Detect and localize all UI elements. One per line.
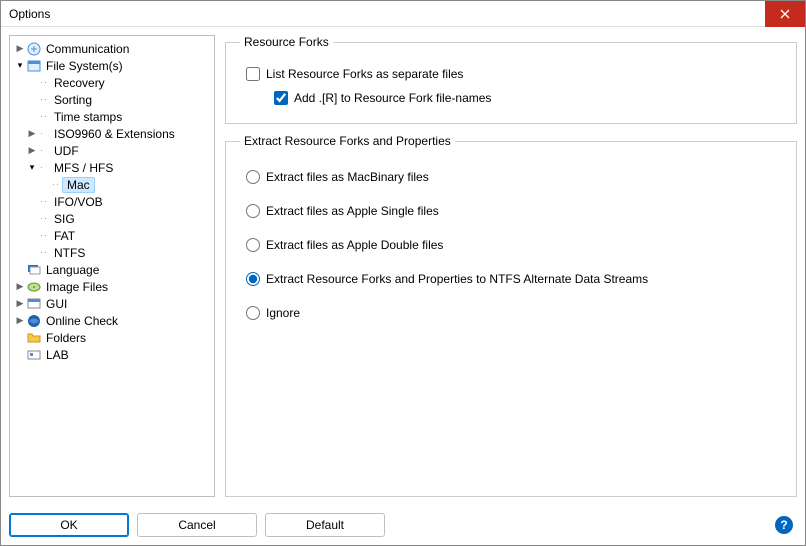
extract-option-1[interactable]: Extract files as Apple Single files (246, 204, 782, 218)
tree-item-mac[interactable]: ·· Mac (12, 176, 212, 193)
image-files-icon (26, 279, 42, 295)
tree-item-mfs-hfs[interactable]: ▾ · MFS / HFS (12, 159, 212, 176)
list-forks-row[interactable]: List Resource Forks as separate files (246, 67, 782, 81)
tree-item-time-stamps[interactable]: ·· Time stamps (12, 108, 212, 125)
tree-connector-icon: ·· (38, 214, 52, 223)
online-check-icon (26, 313, 42, 329)
tree-item-sig[interactable]: ·· SIG (12, 210, 212, 227)
chevron-right-icon[interactable]: ▶ (14, 281, 26, 292)
extract-radio-2[interactable] (246, 238, 260, 252)
extract-radio-4[interactable] (246, 306, 260, 320)
group2-legend: Extract Resource Forks and Properties (240, 134, 455, 148)
extract-label-2: Extract files as Apple Double files (266, 238, 443, 252)
tree-connector-icon: · (38, 129, 52, 138)
extract-radio-3[interactable] (246, 272, 260, 286)
close-button[interactable] (765, 1, 805, 27)
extract-radio-1[interactable] (246, 204, 260, 218)
extract-option-2[interactable]: Extract files as Apple Double files (246, 238, 782, 252)
chevron-right-icon[interactable]: ▶ (26, 128, 38, 139)
chevron-right-icon[interactable]: ▶ (14, 43, 26, 54)
extract-radio-0[interactable] (246, 170, 260, 184)
tree-item-ifo-vob[interactable]: ·· IFO/VOB (12, 193, 212, 210)
ok-button[interactable]: OK (9, 513, 129, 537)
list-forks-label: List Resource Forks as separate files (266, 67, 463, 81)
group1-legend: Resource Forks (240, 35, 333, 49)
tree-connector-icon: ·· (38, 112, 52, 121)
file-system-icon (26, 58, 42, 74)
add-r-label: Add .[R] to Resource Fork file-names (294, 91, 491, 105)
extract-label-0: Extract files as MacBinary files (266, 170, 429, 184)
tree-item-udf[interactable]: ▶ · UDF (12, 142, 212, 159)
tree-connector-icon: ·· (38, 95, 52, 104)
extract-label-1: Extract files as Apple Single files (266, 204, 439, 218)
dialog-footer: OK Cancel Default ? (1, 505, 805, 545)
chevron-down-icon[interactable]: ▾ (14, 60, 26, 71)
extract-label-4: Ignore (266, 306, 300, 320)
extract-option-0[interactable]: Extract files as MacBinary files (246, 170, 782, 184)
tree-connector-icon: ·· (38, 78, 52, 87)
chevron-down-icon[interactable]: ▾ (26, 162, 38, 173)
tree-connector-icon: · (38, 163, 52, 172)
options-tree[interactable]: ▶ Communication ▾ File System(s) ·· Reco… (9, 35, 215, 497)
tree-item-online-check[interactable]: ▶ Online Check (12, 312, 212, 329)
extract-forks-group: Extract Resource Forks and Properties Ex… (225, 134, 797, 497)
chevron-right-icon[interactable]: ▶ (26, 145, 38, 156)
titlebar: Options (1, 1, 805, 27)
folder-icon (26, 330, 42, 346)
language-icon (26, 262, 42, 278)
tree-item-ntfs[interactable]: ·· NTFS (12, 244, 212, 261)
cancel-button[interactable]: Cancel (137, 513, 257, 537)
extract-option-4[interactable]: Ignore (246, 306, 782, 320)
communication-icon (26, 41, 42, 57)
resource-forks-group: Resource Forks List Resource Forks as se… (225, 35, 797, 124)
tree-item-communication[interactable]: ▶ Communication (12, 40, 212, 57)
tree-item-folders[interactable]: Folders (12, 329, 212, 346)
tree-item-file-system[interactable]: ▾ File System(s) (12, 57, 212, 74)
content-panel: Resource Forks List Resource Forks as se… (225, 35, 797, 497)
extract-option-3[interactable]: Extract Resource Forks and Properties to… (246, 272, 782, 286)
list-forks-checkbox[interactable] (246, 67, 260, 81)
close-icon (780, 9, 790, 19)
chevron-right-icon[interactable]: ▶ (14, 298, 26, 309)
tree-connector-icon: ·· (38, 248, 52, 257)
tree-connector-icon: · (38, 146, 52, 155)
tree-item-recovery[interactable]: ·· Recovery (12, 74, 212, 91)
tree-item-lab[interactable]: LAB (12, 346, 212, 363)
gui-icon (26, 296, 42, 312)
tree-item-language[interactable]: Language (12, 261, 212, 278)
default-button[interactable]: Default (265, 513, 385, 537)
add-r-checkbox[interactable] (274, 91, 288, 105)
window-title: Options (1, 7, 50, 21)
tree-item-fat[interactable]: ·· FAT (12, 227, 212, 244)
tree-item-gui[interactable]: ▶ GUI (12, 295, 212, 312)
tree-connector-icon: ·· (38, 197, 52, 206)
add-r-row[interactable]: Add .[R] to Resource Fork file-names (274, 91, 782, 105)
extract-label-3: Extract Resource Forks and Properties to… (266, 272, 648, 286)
lab-icon (26, 347, 42, 363)
tree-item-image-files[interactable]: ▶ Image Files (12, 278, 212, 295)
tree-item-sorting[interactable]: ·· Sorting (12, 91, 212, 108)
help-button[interactable]: ? (775, 516, 793, 534)
tree-item-iso9960[interactable]: ▶ · ISO9960 & Extensions (12, 125, 212, 142)
chevron-right-icon[interactable]: ▶ (14, 315, 26, 326)
tree-connector-icon: ·· (38, 231, 52, 240)
